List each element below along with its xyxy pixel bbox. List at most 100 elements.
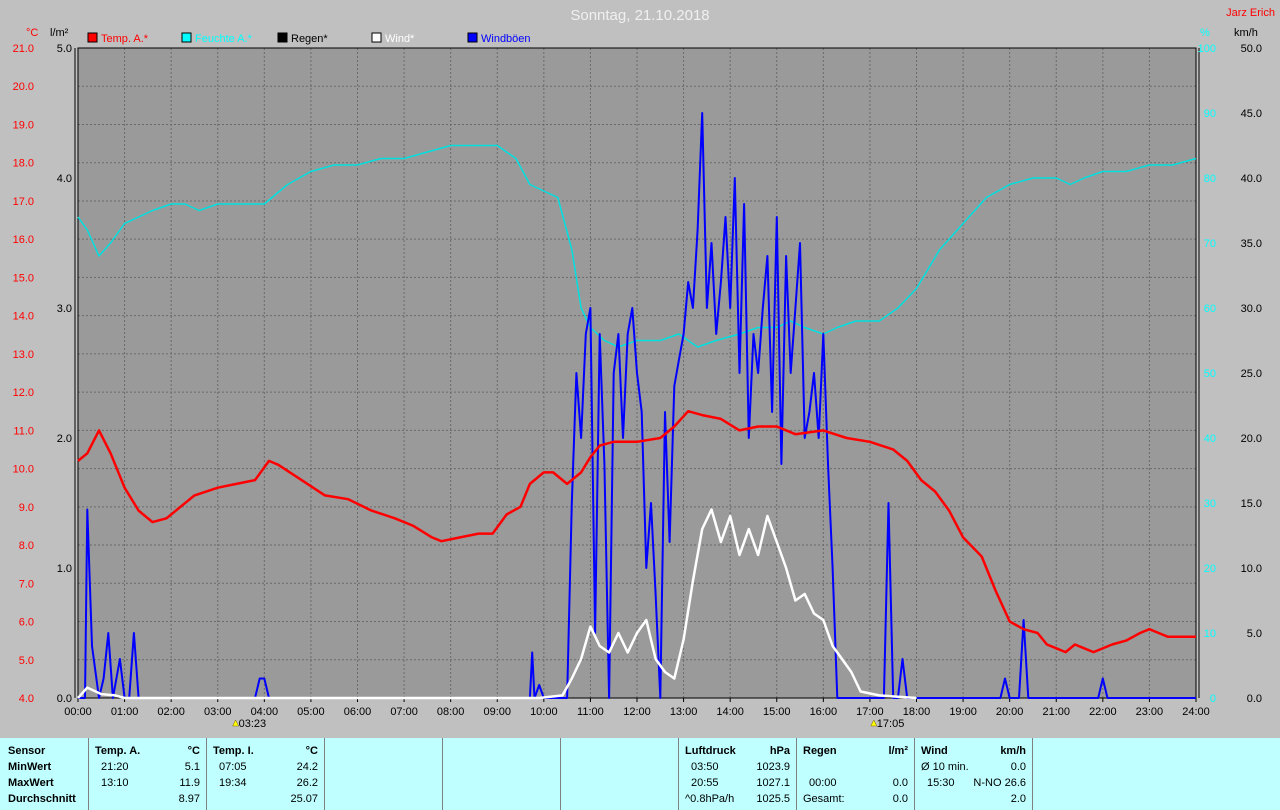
wind-max-time: 15:30 xyxy=(927,777,955,789)
humidity-tick-label: 100 xyxy=(1198,43,1216,55)
temp-a-min-value: 5.1 xyxy=(184,761,200,773)
wind-tick-label: 45.0 xyxy=(1241,108,1262,120)
wind-header: Wind xyxy=(921,745,948,757)
temp-i-min-time: 07:05 xyxy=(219,761,247,773)
legend-label: Temp. A.* xyxy=(101,33,149,45)
time-tick-label: 24:00 xyxy=(1182,706,1210,718)
wind-tick-label: 15.0 xyxy=(1241,498,1262,510)
time-tick-label: 06:00 xyxy=(344,706,372,718)
weather-chart: 21.0 20.0 19.0 18.0 17.0 16.0 15.0 14.0 13.0 12.0… xyxy=(13,7,1275,730)
humidity-tick-label: 50 xyxy=(1204,368,1216,380)
temp-i-max-time: 19:34 xyxy=(219,777,247,789)
statistics-panel: Sensor MinWert MaxWert Durchschnitt Temp… xyxy=(0,738,1280,810)
wind-max-value: N-NO 26.6 xyxy=(973,777,1026,789)
time-tick-label: 23:00 xyxy=(1136,706,1164,718)
time-tick-label: 05:00 xyxy=(297,706,325,718)
divider xyxy=(796,738,797,810)
wind-tick-label: 30.0 xyxy=(1241,303,1262,315)
temp-i-header: Temp. I. xyxy=(213,745,254,757)
wind-tick-label: 25.0 xyxy=(1241,368,1262,380)
time-tick-label: 13:00 xyxy=(670,706,698,718)
time-tick-label: 02:00 xyxy=(157,706,185,718)
wind-avg-value: 2.0 xyxy=(1010,793,1026,805)
rain-unit: l/m² xyxy=(50,27,69,39)
legend-label: Feuchte A.* xyxy=(195,33,253,45)
legend-label: Regen* xyxy=(291,33,328,45)
pressure-header: Luftdruck xyxy=(685,745,736,757)
pressure-min-value: 1023.9 xyxy=(756,761,790,773)
temp-a-header: Temp. A. xyxy=(95,745,141,757)
temp-a-max-time: 13:10 xyxy=(101,777,129,789)
temp-tick-label: 7.0 xyxy=(19,578,34,590)
chart-title: Sonntag, 21.10.2018 xyxy=(570,7,709,24)
time-tick-label: 01:00 xyxy=(111,706,139,718)
time-tick-label: 19:00 xyxy=(949,706,977,718)
temp-tick-label: 21.0 xyxy=(13,43,34,55)
row-label-avg: Durchschnitt xyxy=(8,793,76,805)
time-tick-label: 18:00 xyxy=(903,706,931,718)
temp-i-min-value: 24.2 xyxy=(296,761,318,773)
time-tick-label: 11:00 xyxy=(577,706,604,718)
divider xyxy=(324,738,325,810)
wind-tick-label: 35.0 xyxy=(1241,238,1262,250)
wind-unit: km/h xyxy=(1234,27,1258,39)
temp-tick-label: 6.0 xyxy=(19,617,34,629)
wind-avg10-value: 0.0 xyxy=(1010,761,1026,773)
temp-a-avg-value: 8.97 xyxy=(178,793,200,805)
rain-tick-label: 4.0 xyxy=(57,173,72,185)
wind-tick-label: 5.0 xyxy=(1247,628,1262,640)
sensor-header: Sensor xyxy=(8,745,46,757)
time-tick-label: 10:00 xyxy=(530,706,558,718)
humidity-tick-label: 90 xyxy=(1204,108,1216,120)
time-tick-label: 08:00 xyxy=(437,706,465,718)
time-tick-label: 14:00 xyxy=(716,706,744,718)
legend-swatch xyxy=(181,32,192,43)
temp-tick-label: 13.0 xyxy=(13,349,34,361)
temp-tick-label: 17.0 xyxy=(13,196,34,208)
temp-tick-label: 15.0 xyxy=(13,272,34,284)
temp-i-max-value: 26.2 xyxy=(296,777,318,789)
time-tick-label: 03:00 xyxy=(204,706,232,718)
humidity-tick-label: 70 xyxy=(1204,238,1216,250)
rain-header: Regen xyxy=(803,745,837,757)
temp-tick-label: 16.0 xyxy=(13,234,34,246)
author-label: Jarz Erich xyxy=(1226,7,1275,19)
temp-tick-label: 11.0 xyxy=(13,425,34,437)
temp-tick-label: 12.0 xyxy=(13,387,34,399)
divider xyxy=(1032,738,1033,810)
divider xyxy=(560,738,561,810)
temp-a-max-value: 11.9 xyxy=(179,777,200,789)
legend-swatch xyxy=(87,32,98,43)
temp-tick-label: 9.0 xyxy=(19,502,34,514)
humidity-tick-label: 80 xyxy=(1204,173,1216,185)
wind-tick-label: 10.0 xyxy=(1241,563,1262,575)
time-tick-label: 20:00 xyxy=(996,706,1024,718)
divider xyxy=(678,738,679,810)
legend-label: Windböen xyxy=(481,33,531,45)
pressure-unit: hPa xyxy=(769,745,790,757)
pressure-avg-value: 1025.5 xyxy=(756,793,790,805)
legend-swatch xyxy=(371,32,382,43)
divider xyxy=(914,738,915,810)
temp-tick-label: 18.0 xyxy=(13,158,34,170)
pressure-trend: ^0.8hPa/h xyxy=(685,793,735,805)
wind-tick-label: 20.0 xyxy=(1241,433,1262,445)
chart-area: 21.0 20.0 19.0 18.0 17.0 16.0 15.0 14.0 13.0 12.0… xyxy=(0,0,1280,738)
row-label-max: MaxWert xyxy=(8,777,54,789)
rain-tick-label: 0.0 xyxy=(57,693,72,705)
divider xyxy=(88,738,89,810)
time-tick-label: 22:00 xyxy=(1089,706,1117,718)
temp-tick-label: 8.0 xyxy=(19,540,34,552)
temp-tick-label: 5.0 xyxy=(19,655,34,667)
pressure-max-time: 20:55 xyxy=(691,777,719,789)
rain-tick-label: 3.0 xyxy=(57,303,72,315)
row-label-min: MinWert xyxy=(8,761,52,773)
rain-tick-label: 2.0 xyxy=(57,433,72,445)
wind-tick-label: 50.0 xyxy=(1241,43,1262,55)
temp-tick-label: 20.0 xyxy=(13,81,34,93)
time-tick-label: 07:00 xyxy=(390,706,418,718)
temp-i-unit: °C xyxy=(305,745,318,757)
temp-a-unit: °C xyxy=(187,745,200,757)
humidity-tick-label: 0 xyxy=(1210,693,1216,705)
wind-avg10-label: Ø 10 min. xyxy=(921,761,969,773)
